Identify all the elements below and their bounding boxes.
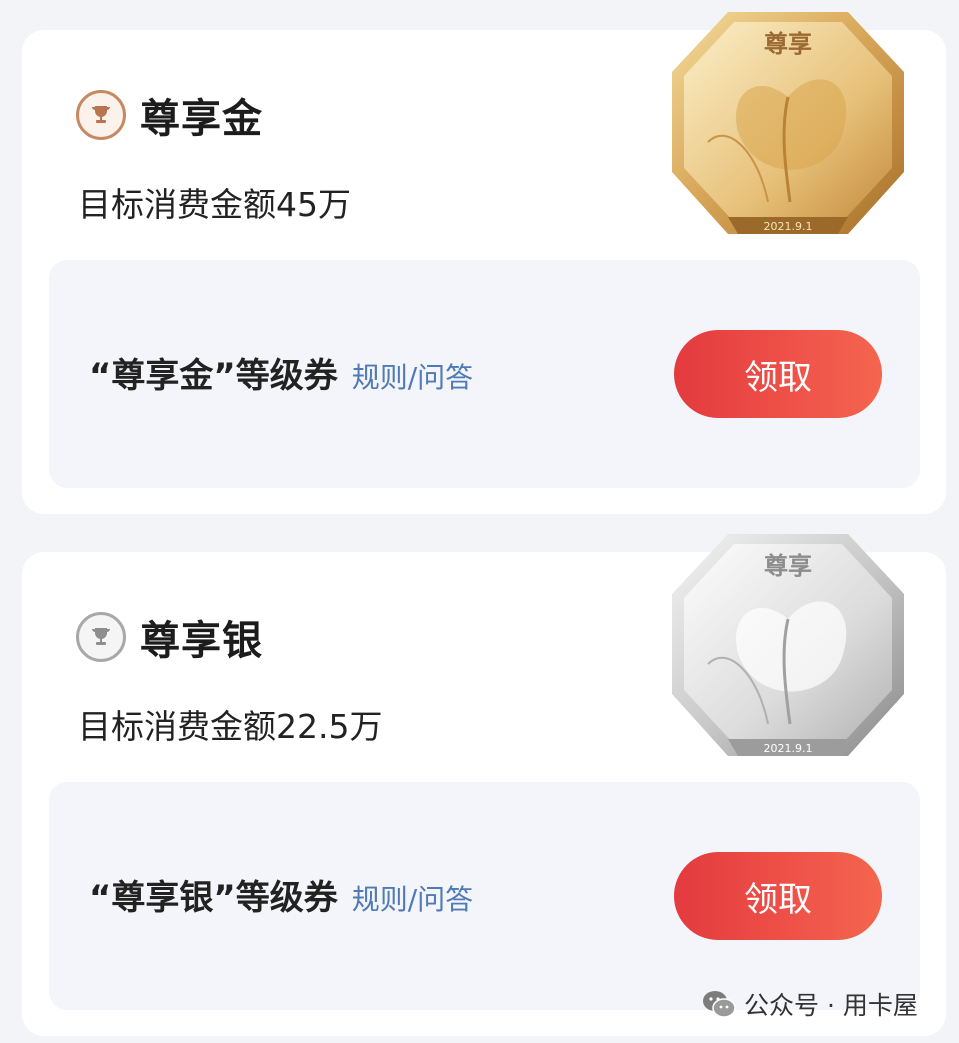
coupon-name: “尊享银”等级券 bbox=[89, 878, 338, 918]
claim-button[interactable]: 领取 bbox=[674, 852, 882, 940]
trophy-icon bbox=[76, 612, 126, 662]
medal-date: 2021.9.1 bbox=[764, 220, 813, 233]
coupon-panel: “尊享银”等级券 规则/问答 领取 bbox=[49, 782, 920, 1010]
tier-header: 尊享金 bbox=[76, 86, 263, 144]
gold-magnolia-medal-icon: 尊享 2021.9.1 bbox=[672, 12, 904, 234]
medal-title: 尊享 bbox=[764, 552, 812, 580]
coupon-panel: “尊享金”等级券 规则/问答 领取 bbox=[49, 260, 920, 488]
watermark-text: 公众号 · 用卡屋 bbox=[744, 991, 918, 1020]
wechat-icon bbox=[703, 991, 736, 1018]
trophy-icon bbox=[76, 90, 126, 140]
target-spend-text: 目标消费金额22.5万 bbox=[78, 707, 383, 746]
medal-title: 尊享 bbox=[764, 30, 812, 58]
rules-faq-link[interactable]: 规则/问答 bbox=[352, 356, 473, 396]
coupon-name: “尊享金”等级券 bbox=[89, 356, 338, 396]
page: 尊享金 目标消费金额45万 “尊享金”等级券 规则/问答 领取 尊享 2021.… bbox=[0, 0, 959, 1043]
target-spend-text: 目标消费金额45万 bbox=[78, 185, 351, 224]
claim-button[interactable]: 领取 bbox=[674, 330, 882, 418]
rules-faq-link[interactable]: 规则/问答 bbox=[352, 878, 473, 918]
medal-date: 2021.9.1 bbox=[764, 742, 813, 755]
coupon-line: “尊享金”等级券 规则/问答 bbox=[89, 348, 473, 397]
tier-name: 尊享银 bbox=[140, 618, 263, 664]
tier-name: 尊享金 bbox=[140, 96, 263, 142]
silver-magnolia-medal-icon: 尊享 2021.9.1 bbox=[672, 534, 904, 756]
watermark: 公众号 · 用卡屋 bbox=[702, 986, 918, 1022]
tier-header: 尊享银 bbox=[76, 608, 263, 666]
coupon-line: “尊享银”等级券 规则/问答 bbox=[89, 870, 473, 919]
